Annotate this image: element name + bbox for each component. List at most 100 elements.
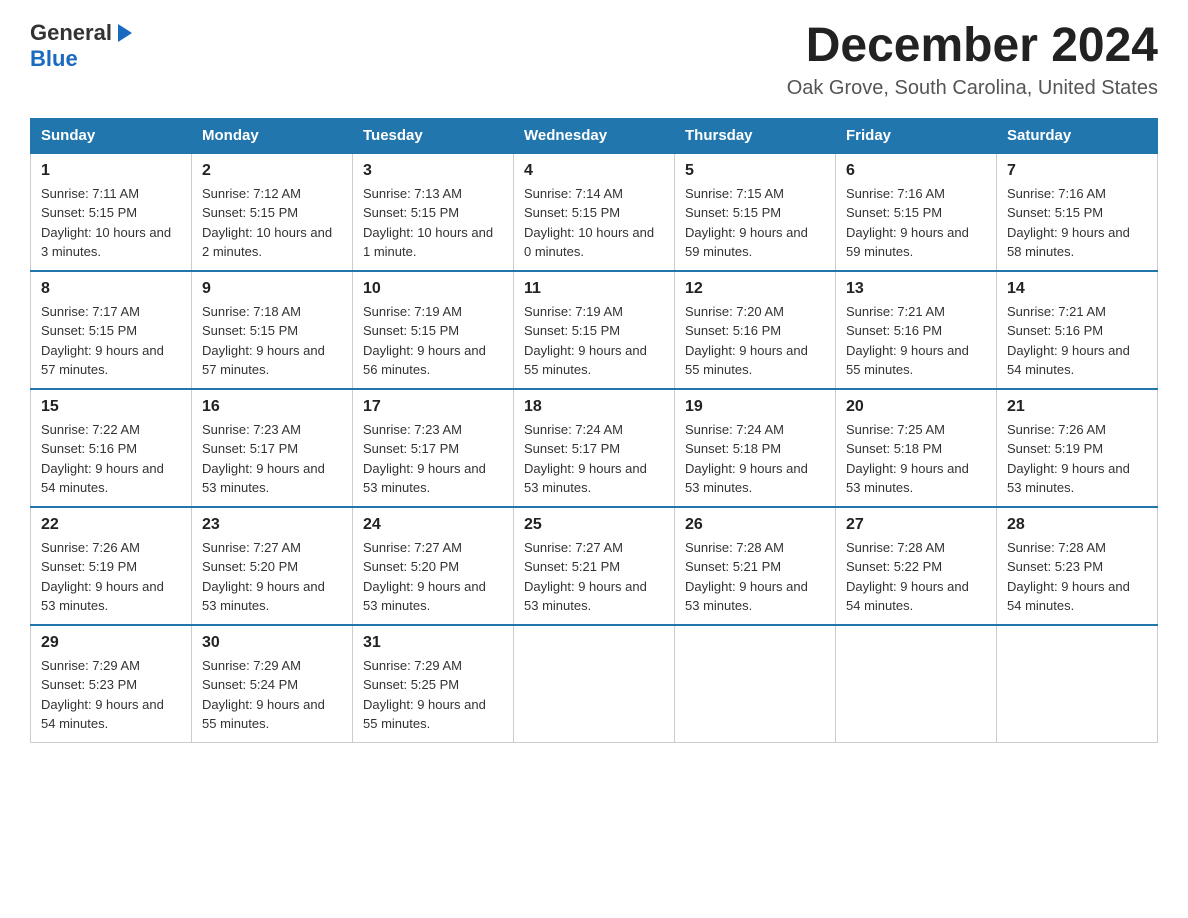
day-number: 5 [685, 162, 825, 180]
day-info: Sunrise: 7:18 AMSunset: 5:15 PMDaylight:… [202, 304, 325, 378]
day-number: 30 [202, 634, 342, 652]
day-number: 29 [41, 634, 181, 652]
page-header: General Blue December 2024 Oak Grove, So… [30, 20, 1158, 100]
table-row: 1 Sunrise: 7:11 AMSunset: 5:15 PMDayligh… [31, 153, 192, 271]
day-info: Sunrise: 7:29 AMSunset: 5:25 PMDaylight:… [363, 658, 486, 732]
day-number: 8 [41, 280, 181, 298]
header-saturday: Saturday [997, 118, 1158, 153]
month-title: December 2024 [787, 20, 1158, 73]
table-row: 4 Sunrise: 7:14 AMSunset: 5:15 PMDayligh… [514, 153, 675, 271]
day-info: Sunrise: 7:24 AMSunset: 5:17 PMDaylight:… [524, 422, 647, 496]
calendar-table: Sunday Monday Tuesday Wednesday Thursday… [30, 118, 1158, 743]
table-row [675, 625, 836, 743]
table-row [836, 625, 997, 743]
table-row: 13 Sunrise: 7:21 AMSunset: 5:16 PMDaylig… [836, 271, 997, 389]
table-row: 27 Sunrise: 7:28 AMSunset: 5:22 PMDaylig… [836, 507, 997, 625]
day-number: 20 [846, 398, 986, 416]
table-row: 26 Sunrise: 7:28 AMSunset: 5:21 PMDaylig… [675, 507, 836, 625]
table-row: 23 Sunrise: 7:27 AMSunset: 5:20 PMDaylig… [192, 507, 353, 625]
day-info: Sunrise: 7:23 AMSunset: 5:17 PMDaylight:… [202, 422, 325, 496]
table-row: 18 Sunrise: 7:24 AMSunset: 5:17 PMDaylig… [514, 389, 675, 507]
day-info: Sunrise: 7:21 AMSunset: 5:16 PMDaylight:… [846, 304, 969, 378]
table-row: 2 Sunrise: 7:12 AMSunset: 5:15 PMDayligh… [192, 153, 353, 271]
table-row: 29 Sunrise: 7:29 AMSunset: 5:23 PMDaylig… [31, 625, 192, 743]
table-row: 28 Sunrise: 7:28 AMSunset: 5:23 PMDaylig… [997, 507, 1158, 625]
day-number: 16 [202, 398, 342, 416]
table-row: 15 Sunrise: 7:22 AMSunset: 5:16 PMDaylig… [31, 389, 192, 507]
day-number: 17 [363, 398, 503, 416]
day-number: 10 [363, 280, 503, 298]
day-info: Sunrise: 7:27 AMSunset: 5:21 PMDaylight:… [524, 540, 647, 614]
day-number: 18 [524, 398, 664, 416]
calendar-body: 1 Sunrise: 7:11 AMSunset: 5:15 PMDayligh… [31, 153, 1158, 743]
day-info: Sunrise: 7:28 AMSunset: 5:22 PMDaylight:… [846, 540, 969, 614]
logo-general-text: General [30, 20, 112, 46]
day-info: Sunrise: 7:15 AMSunset: 5:15 PMDaylight:… [685, 186, 808, 260]
day-number: 7 [1007, 162, 1147, 180]
header-friday: Friday [836, 118, 997, 153]
table-row: 8 Sunrise: 7:17 AMSunset: 5:15 PMDayligh… [31, 271, 192, 389]
day-number: 14 [1007, 280, 1147, 298]
table-row: 24 Sunrise: 7:27 AMSunset: 5:20 PMDaylig… [353, 507, 514, 625]
calendar-header: Sunday Monday Tuesday Wednesday Thursday… [31, 118, 1158, 153]
day-info: Sunrise: 7:12 AMSunset: 5:15 PMDaylight:… [202, 186, 332, 260]
table-row: 12 Sunrise: 7:20 AMSunset: 5:16 PMDaylig… [675, 271, 836, 389]
table-row: 16 Sunrise: 7:23 AMSunset: 5:17 PMDaylig… [192, 389, 353, 507]
day-number: 22 [41, 516, 181, 534]
day-number: 6 [846, 162, 986, 180]
logo-blue-text: Blue [30, 46, 78, 72]
table-row [514, 625, 675, 743]
logo-arrow-icon [114, 22, 136, 44]
day-number: 28 [1007, 516, 1147, 534]
table-row: 20 Sunrise: 7:25 AMSunset: 5:18 PMDaylig… [836, 389, 997, 507]
day-number: 11 [524, 280, 664, 298]
day-info: Sunrise: 7:21 AMSunset: 5:16 PMDaylight:… [1007, 304, 1130, 378]
day-number: 13 [846, 280, 986, 298]
header-sunday: Sunday [31, 118, 192, 153]
location-title: Oak Grove, South Carolina, United States [787, 77, 1158, 100]
day-info: Sunrise: 7:16 AMSunset: 5:15 PMDaylight:… [846, 186, 969, 260]
day-number: 1 [41, 162, 181, 180]
day-info: Sunrise: 7:28 AMSunset: 5:23 PMDaylight:… [1007, 540, 1130, 614]
day-number: 19 [685, 398, 825, 416]
day-number: 9 [202, 280, 342, 298]
day-info: Sunrise: 7:25 AMSunset: 5:18 PMDaylight:… [846, 422, 969, 496]
table-row: 22 Sunrise: 7:26 AMSunset: 5:19 PMDaylig… [31, 507, 192, 625]
day-info: Sunrise: 7:22 AMSunset: 5:16 PMDaylight:… [41, 422, 164, 496]
table-row: 30 Sunrise: 7:29 AMSunset: 5:24 PMDaylig… [192, 625, 353, 743]
header-monday: Monday [192, 118, 353, 153]
logo: General Blue [30, 20, 136, 72]
day-info: Sunrise: 7:29 AMSunset: 5:24 PMDaylight:… [202, 658, 325, 732]
day-info: Sunrise: 7:28 AMSunset: 5:21 PMDaylight:… [685, 540, 808, 614]
day-number: 4 [524, 162, 664, 180]
day-info: Sunrise: 7:20 AMSunset: 5:16 PMDaylight:… [685, 304, 808, 378]
table-row: 11 Sunrise: 7:19 AMSunset: 5:15 PMDaylig… [514, 271, 675, 389]
day-info: Sunrise: 7:26 AMSunset: 5:19 PMDaylight:… [1007, 422, 1130, 496]
day-info: Sunrise: 7:16 AMSunset: 5:15 PMDaylight:… [1007, 186, 1130, 260]
day-info: Sunrise: 7:19 AMSunset: 5:15 PMDaylight:… [363, 304, 486, 378]
day-info: Sunrise: 7:17 AMSunset: 5:15 PMDaylight:… [41, 304, 164, 378]
day-info: Sunrise: 7:23 AMSunset: 5:17 PMDaylight:… [363, 422, 486, 496]
day-info: Sunrise: 7:14 AMSunset: 5:15 PMDaylight:… [524, 186, 654, 260]
day-number: 2 [202, 162, 342, 180]
day-number: 24 [363, 516, 503, 534]
day-info: Sunrise: 7:26 AMSunset: 5:19 PMDaylight:… [41, 540, 164, 614]
table-row: 25 Sunrise: 7:27 AMSunset: 5:21 PMDaylig… [514, 507, 675, 625]
table-row: 17 Sunrise: 7:23 AMSunset: 5:17 PMDaylig… [353, 389, 514, 507]
table-row: 9 Sunrise: 7:18 AMSunset: 5:15 PMDayligh… [192, 271, 353, 389]
day-info: Sunrise: 7:13 AMSunset: 5:15 PMDaylight:… [363, 186, 493, 260]
day-number: 26 [685, 516, 825, 534]
day-info: Sunrise: 7:19 AMSunset: 5:15 PMDaylight:… [524, 304, 647, 378]
table-row: 21 Sunrise: 7:26 AMSunset: 5:19 PMDaylig… [997, 389, 1158, 507]
day-info: Sunrise: 7:11 AMSunset: 5:15 PMDaylight:… [41, 186, 171, 260]
header-thursday: Thursday [675, 118, 836, 153]
day-info: Sunrise: 7:29 AMSunset: 5:23 PMDaylight:… [41, 658, 164, 732]
day-info: Sunrise: 7:24 AMSunset: 5:18 PMDaylight:… [685, 422, 808, 496]
header-wednesday: Wednesday [514, 118, 675, 153]
table-row: 19 Sunrise: 7:24 AMSunset: 5:18 PMDaylig… [675, 389, 836, 507]
day-number: 3 [363, 162, 503, 180]
day-number: 31 [363, 634, 503, 652]
table-row: 7 Sunrise: 7:16 AMSunset: 5:15 PMDayligh… [997, 153, 1158, 271]
table-row: 5 Sunrise: 7:15 AMSunset: 5:15 PMDayligh… [675, 153, 836, 271]
day-number: 23 [202, 516, 342, 534]
